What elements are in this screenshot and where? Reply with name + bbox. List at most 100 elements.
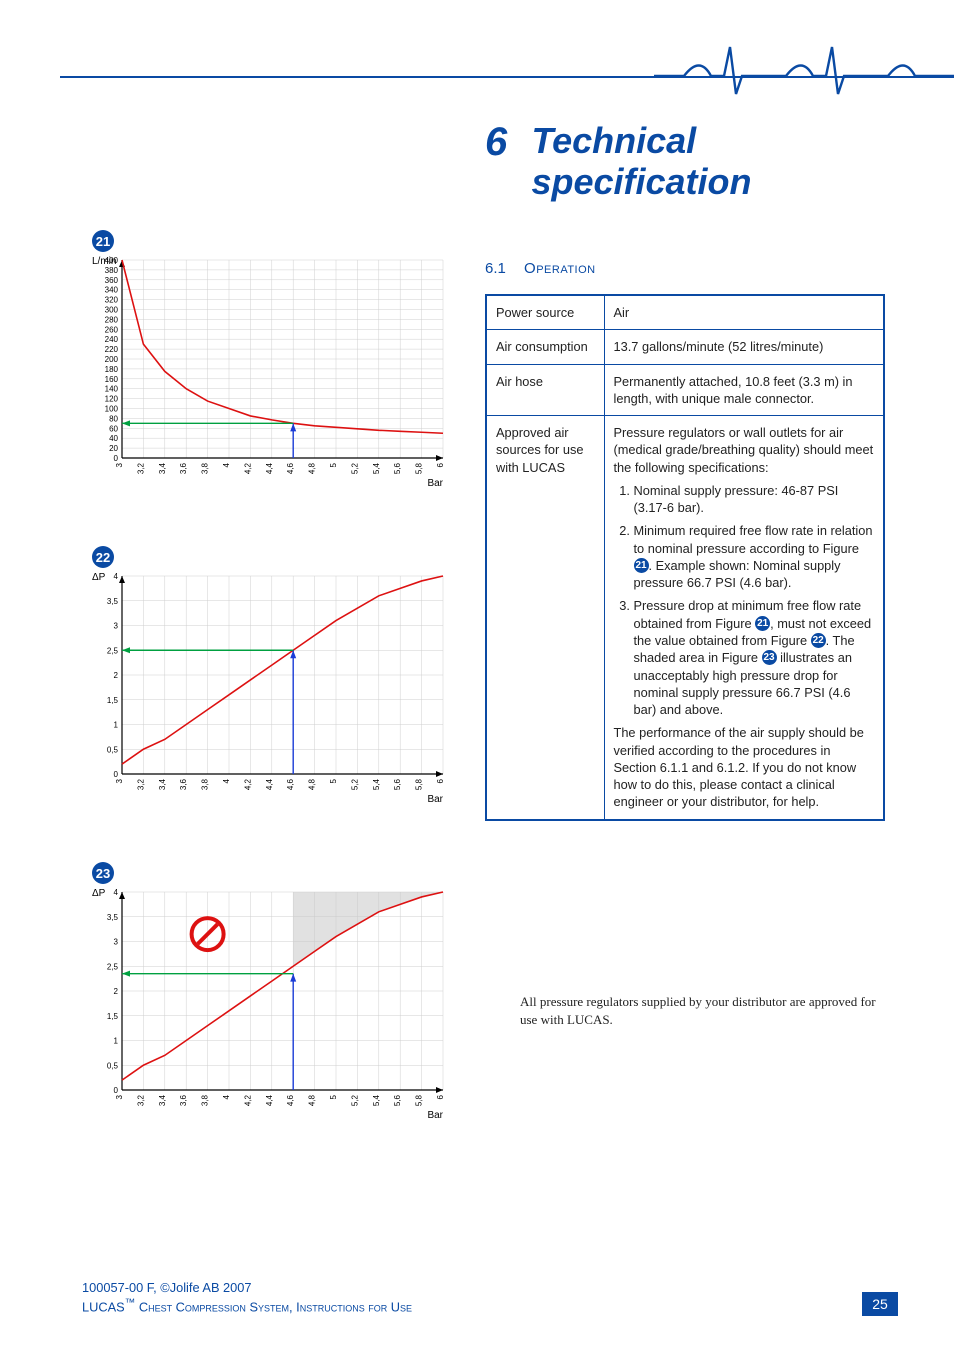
svg-text:3: 3 [115, 778, 124, 783]
svg-text:4,2: 4,2 [243, 462, 252, 474]
svg-text:4: 4 [114, 888, 119, 897]
approved-item-2: Minimum required free flow rate in relat… [634, 522, 875, 591]
section-number: 6.1 [485, 260, 506, 277]
spec-value: Permanently attached, 10.8 feet (3.3 m) … [604, 364, 884, 416]
svg-text:2,5: 2,5 [107, 646, 119, 655]
svg-text:5,8: 5,8 [415, 778, 424, 790]
svg-text:5,8: 5,8 [415, 462, 424, 474]
svg-text:Bar: Bar [427, 478, 443, 489]
svg-text:300: 300 [105, 306, 119, 315]
svg-text:5,2: 5,2 [350, 778, 359, 790]
svg-text:3,4: 3,4 [158, 1094, 167, 1106]
svg-text:1,5: 1,5 [107, 1012, 119, 1021]
section-title: Operation [524, 260, 596, 277]
svg-text:3: 3 [115, 462, 124, 467]
svg-text:1: 1 [114, 1037, 119, 1046]
svg-text:5,6: 5,6 [393, 1094, 402, 1106]
svg-text:320: 320 [105, 296, 119, 305]
spec-label: Approved air sources for use with LUCAS [486, 416, 604, 820]
svg-text:140: 140 [105, 385, 119, 394]
spec-value: Air [604, 295, 884, 330]
svg-text:180: 180 [105, 365, 119, 374]
operation-spec-table: Power source Air Air consumption 13.7 ga… [485, 294, 885, 821]
table-row: Approved air sources for use with LUCAS … [486, 416, 884, 820]
svg-text:4: 4 [222, 1094, 231, 1099]
figure-ref-icon: 21 [755, 616, 770, 631]
svg-text:0: 0 [114, 1086, 119, 1095]
svg-text:340: 340 [105, 286, 119, 295]
svg-text:4,4: 4,4 [265, 462, 274, 474]
svg-text:Bar: Bar [427, 794, 443, 805]
svg-text:5: 5 [329, 462, 338, 467]
svg-text:280: 280 [105, 315, 119, 324]
svg-text:3,6: 3,6 [179, 1094, 188, 1106]
table-row: Power source Air [486, 295, 884, 330]
svg-text:4,8: 4,8 [308, 462, 317, 474]
svg-text:40: 40 [109, 434, 118, 443]
svg-text:2,5: 2,5 [107, 962, 119, 971]
svg-text:360: 360 [105, 276, 119, 285]
chart-23: 33,23,43,63,844,24,44,64,855,25,45,65,86… [80, 884, 455, 1122]
svg-text:240: 240 [105, 335, 119, 344]
svg-text:5: 5 [329, 1094, 338, 1099]
svg-text:5,4: 5,4 [372, 778, 381, 790]
footer-line-2: LUCAS™ Chest Compression System, Instruc… [82, 1296, 412, 1316]
svg-text:4,4: 4,4 [265, 1094, 274, 1106]
chapter-head: 6 Technical specification [485, 120, 831, 203]
spec-label: Air consumption [486, 330, 604, 364]
figure-badge: 21 [92, 230, 114, 252]
svg-text:200: 200 [105, 355, 119, 364]
spec-value: 13.7 gallons/minute (52 litres/minute) [604, 330, 884, 364]
svg-text:4,2: 4,2 [243, 1094, 252, 1106]
svg-text:6: 6 [436, 778, 445, 783]
svg-text:60: 60 [109, 424, 118, 433]
svg-text:4,6: 4,6 [286, 462, 295, 474]
svg-text:5,2: 5,2 [350, 1094, 359, 1106]
svg-text:3: 3 [114, 938, 119, 947]
svg-text:ΔP: ΔP [92, 888, 106, 899]
figure-badge: 22 [92, 546, 114, 568]
page-number: 25 [862, 1292, 898, 1316]
footer: 100057-00 F, ©Jolife AB 2007 LUCAS™ Ches… [82, 1279, 412, 1316]
chapter-number: 6 [485, 120, 527, 165]
figures-column: 21 33,23,43,63,844,24,44,64,855,25,45,65… [80, 230, 470, 1178]
figure-22: 22 33,23,43,63,844,24,44,64,855,25,45,65… [80, 546, 470, 806]
svg-text:3,8: 3,8 [201, 1094, 210, 1106]
section-head: 6.1 Operation [485, 260, 596, 277]
figure-21: 21 33,23,43,63,844,24,44,64,855,25,45,65… [80, 230, 470, 490]
figure-ref-icon: 23 [762, 650, 777, 665]
svg-text:2: 2 [114, 671, 119, 680]
svg-text:4: 4 [114, 572, 119, 581]
spec-value-approved: Pressure regulators or wall outlets for … [604, 416, 884, 820]
table-row: Air consumption 13.7 gallons/minute (52 … [486, 330, 884, 364]
svg-text:4,8: 4,8 [308, 1094, 317, 1106]
svg-text:ΔP: ΔP [92, 572, 106, 583]
svg-text:4,4: 4,4 [265, 778, 274, 790]
svg-text:3,5: 3,5 [107, 597, 119, 606]
svg-text:100: 100 [105, 405, 119, 414]
approved-intro: Pressure regulators or wall outlets for … [614, 425, 874, 475]
svg-text:260: 260 [105, 325, 119, 334]
svg-text:120: 120 [105, 395, 119, 404]
svg-text:3,2: 3,2 [136, 778, 145, 790]
svg-text:3,2: 3,2 [136, 462, 145, 474]
svg-text:0: 0 [114, 454, 119, 463]
svg-text:3,4: 3,4 [158, 462, 167, 474]
svg-text:5,6: 5,6 [393, 462, 402, 474]
svg-text:5,6: 5,6 [393, 778, 402, 790]
approved-item-1: Nominal supply pressure: 46-87 PSI (3.17… [634, 482, 875, 517]
svg-text:4,6: 4,6 [286, 1094, 295, 1106]
svg-text:6: 6 [436, 462, 445, 467]
svg-text:5: 5 [329, 778, 338, 783]
svg-text:220: 220 [105, 345, 119, 354]
svg-text:3: 3 [115, 1094, 124, 1099]
svg-text:3,4: 3,4 [158, 778, 167, 790]
approved-item-3: Pressure drop at minimum free flow rate … [634, 597, 875, 718]
footer-line-1: 100057-00 F, ©Jolife AB 2007 [82, 1279, 412, 1296]
svg-text:1: 1 [114, 721, 119, 730]
svg-text:3,6: 3,6 [179, 462, 188, 474]
svg-text:5,8: 5,8 [415, 1094, 424, 1106]
svg-text:3: 3 [114, 622, 119, 631]
svg-text:L/min: L/min [92, 256, 116, 267]
spec-label: Power source [486, 295, 604, 330]
